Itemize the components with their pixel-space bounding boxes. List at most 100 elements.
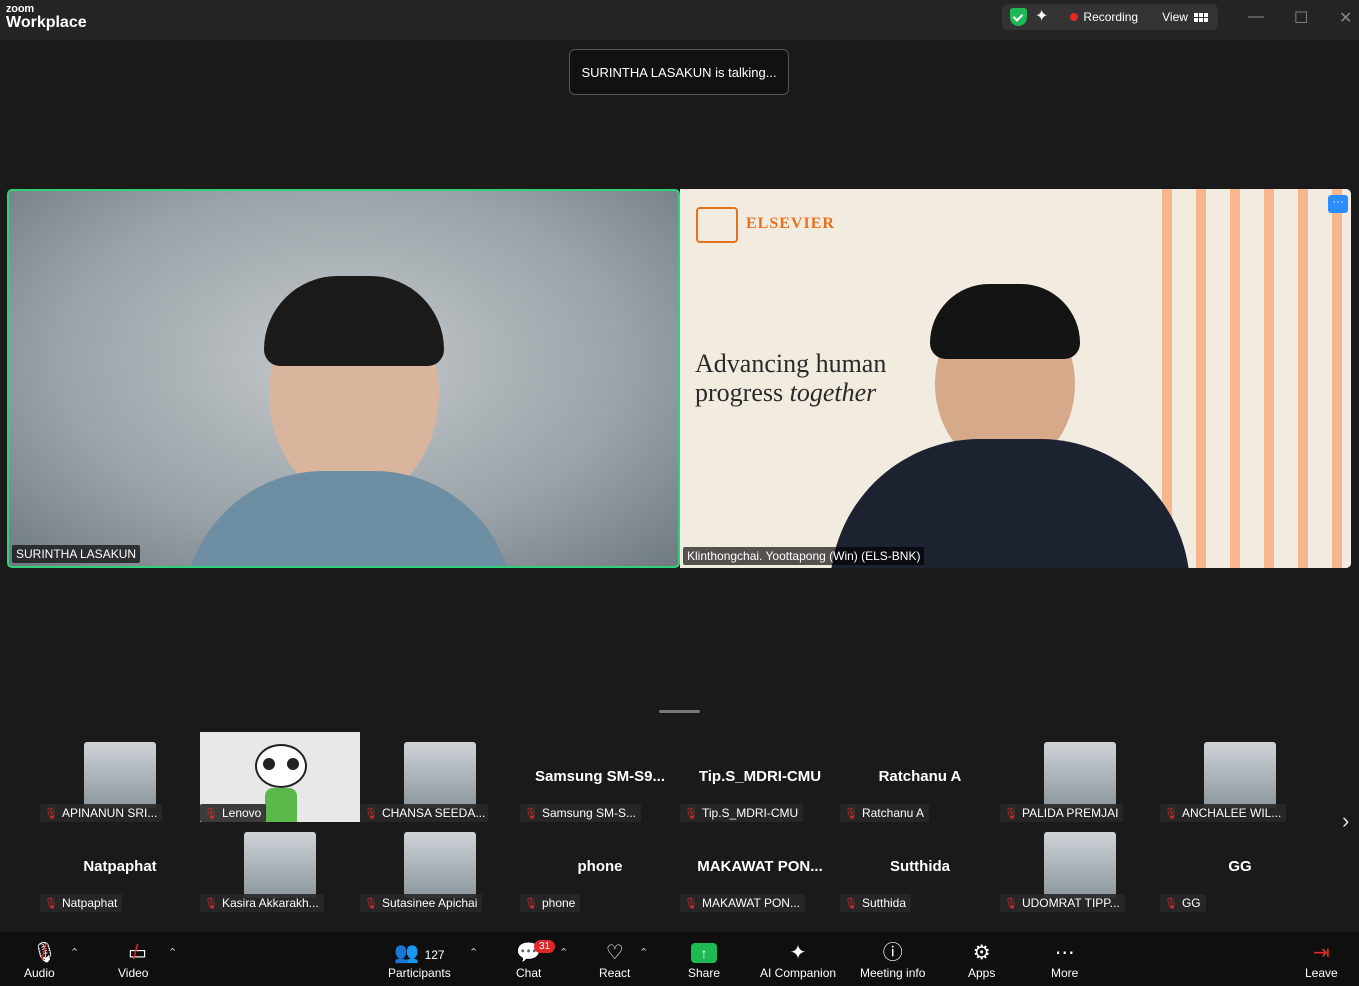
gallery-tile[interactable]: Sutthida 🎙 Sutthida bbox=[840, 822, 1000, 912]
gallery-tile[interactable]: 🎙 Sutasinee Apichai bbox=[360, 822, 520, 912]
video-button[interactable]: ▭/ Video bbox=[118, 940, 148, 980]
muted-mic-icon: 🎙 bbox=[1164, 807, 1178, 820]
gallery-tile[interactable]: Tip.S_MDRI-CMU 🎙 Tip.S_MDRI-CMU bbox=[680, 732, 840, 822]
share-button[interactable]: ↑ Share bbox=[688, 940, 720, 980]
gallery-tile[interactable]: 🎙 APINANUN SRI... bbox=[40, 732, 200, 822]
ai-sparkle-icon[interactable]: ✦ bbox=[1035, 9, 1048, 25]
react-caret-icon[interactable]: ⌃ bbox=[639, 946, 648, 959]
muted-mic-icon: 🎙 bbox=[1164, 897, 1178, 910]
view-button[interactable]: View bbox=[1162, 10, 1208, 24]
audio-button[interactable]: 🎙/ Audio bbox=[24, 940, 58, 980]
gallery-tile[interactable]: Ratchanu A 🎙 Ratchanu A bbox=[840, 732, 1000, 822]
gallery-resize-handle[interactable] bbox=[659, 710, 700, 713]
encryption-shield-icon[interactable] bbox=[1010, 8, 1027, 26]
muted-mic-icon: 🎙 bbox=[844, 897, 858, 910]
recording-indicator[interactable]: Recording bbox=[1070, 10, 1138, 24]
participant-photo bbox=[1044, 832, 1116, 898]
apps-icon: ⚙ bbox=[972, 942, 991, 964]
slide-stripes bbox=[1150, 189, 1351, 568]
audio-options-caret-icon[interactable]: ⌃ bbox=[70, 946, 79, 959]
participant-photo bbox=[1204, 742, 1276, 808]
participant-name-tag: 🎙 Tip.S_MDRI-CMU bbox=[680, 804, 804, 822]
participant-display-name: Ratchanu A bbox=[878, 768, 962, 785]
gallery-tile[interactable]: 🎙 Lenovo bbox=[200, 732, 360, 822]
grid-view-icon bbox=[1193, 12, 1208, 22]
gallery-tile[interactable]: 🎙 UDOMRAT TIPP... bbox=[1000, 822, 1160, 912]
speaker-hair bbox=[264, 276, 444, 366]
leave-button[interactable]: ⇥ Leave bbox=[1305, 940, 1338, 980]
participant-display-name: Natpaphat bbox=[83, 858, 157, 875]
muted-mic-icon: 🎙 bbox=[844, 807, 858, 820]
gallery-tile[interactable]: 🎙 CHANSA SEEDA... bbox=[360, 732, 520, 822]
ai-companion-button[interactable]: ✦ AI Companion bbox=[760, 940, 836, 980]
participant-video-elsevier[interactable]: ELSEVIER Advancing human progress togeth… bbox=[680, 189, 1351, 568]
video-off-icon: ▭/ bbox=[128, 942, 147, 964]
maximize-icon[interactable]: ☐ bbox=[1294, 8, 1308, 28]
elsevier-brand: ELSEVIER bbox=[746, 215, 835, 232]
share-arrow-icon: ↑ bbox=[691, 943, 718, 963]
participant-name-tag: 🎙 PALIDA PREMJAI bbox=[1000, 804, 1124, 822]
gallery-tile[interactable]: 🎙 PALIDA PREMJAI bbox=[1000, 732, 1160, 822]
participant-name-tag: 🎙 GG bbox=[1160, 894, 1206, 912]
title-bar: zoom Workplace ✦ Recording View — ☐ ✕ bbox=[0, 0, 1359, 40]
react-button[interactable]: ♡ React bbox=[599, 940, 630, 980]
participant-display-name: GG bbox=[1228, 858, 1252, 875]
gallery-tile[interactable]: MAKAWAT PON... 🎙 MAKAWAT PON... bbox=[680, 822, 840, 912]
muted-mic-icon: 🎙 bbox=[684, 807, 698, 820]
more-button[interactable]: ⋯ More bbox=[1051, 940, 1078, 980]
participant-name-tag: 🎙 CHANSA SEEDA... bbox=[360, 804, 488, 822]
participant-name-tag: 🎙 Samsung SM-S... bbox=[520, 804, 641, 822]
muted-mic-icon: 🎙 bbox=[1004, 807, 1018, 820]
participant-name-tag: 🎙 Natpaphat bbox=[40, 894, 123, 912]
participant-name-tag: 🎙 Ratchanu A bbox=[840, 804, 930, 822]
muted-mic-icon: 🎙 bbox=[204, 897, 218, 910]
participants-count: 127 bbox=[424, 948, 445, 962]
muted-microphone-icon: 🎙/ bbox=[31, 942, 58, 964]
gallery-tile[interactable]: Natpaphat 🎙 Natpaphat bbox=[40, 822, 200, 912]
slide-slogan: Advancing human progress together bbox=[695, 349, 887, 407]
muted-mic-icon: 🎙 bbox=[684, 897, 698, 910]
leave-door-icon: ⇥ bbox=[1312, 942, 1330, 964]
close-icon[interactable]: ✕ bbox=[1339, 8, 1352, 28]
muted-mic-icon: 🎙 bbox=[44, 897, 58, 910]
participant-name-tag: Klinthongchai. Yoottapong (Win) (ELS-BNK… bbox=[683, 547, 925, 565]
minimize-icon[interactable]: — bbox=[1248, 8, 1264, 26]
gallery-tile[interactable]: phone 🎙 phone bbox=[520, 822, 680, 912]
participant-display-name: Samsung SM-S9... bbox=[534, 768, 666, 785]
participant-photo bbox=[1044, 742, 1116, 808]
view-label: View bbox=[1162, 10, 1188, 24]
participant-display-name: phone bbox=[577, 858, 623, 875]
participant-name-tag: 🎙 UDOMRAT TIPP... bbox=[1000, 894, 1125, 912]
gallery-tile[interactable]: Samsung SM-S9... 🎙 Samsung SM-S... bbox=[520, 732, 680, 822]
gallery-tile[interactable]: GG 🎙 GG bbox=[1160, 822, 1320, 912]
participant-name-tag: 🎙 Sutasinee Apichai bbox=[360, 894, 483, 912]
participants-caret-icon[interactable]: ⌃ bbox=[469, 946, 478, 959]
app-logo: Workplace bbox=[6, 14, 87, 31]
participant-photo bbox=[404, 832, 476, 898]
apps-button[interactable]: ⚙ Apps bbox=[968, 940, 995, 980]
video-options-caret-icon[interactable]: ⌃ bbox=[168, 946, 177, 959]
more-dots-icon: ⋯ bbox=[1054, 942, 1075, 964]
elsevier-tree-logo bbox=[696, 207, 738, 243]
chat-unread-badge: 31 bbox=[534, 940, 556, 953]
meeting-toolbar: 🎙/ Audio ⌃ ▭/ Video ⌃ 👥 127 Participants… bbox=[0, 932, 1359, 986]
gallery-tile[interactable]: 🎙 Kasira Akkarakh... bbox=[200, 822, 360, 912]
participant-display-name: Sutthida bbox=[890, 858, 950, 875]
chat-caret-icon[interactable]: ⌃ bbox=[559, 946, 568, 959]
participant-name-tag: SURINTHA LASAKUN bbox=[12, 545, 141, 563]
speaker-scarf bbox=[184, 471, 514, 566]
next-page-chevron-icon[interactable]: › bbox=[1342, 808, 1349, 834]
gallery-tile[interactable]: 🎙 ANCHALEE WIL... bbox=[1160, 732, 1320, 822]
recording-label: Recording bbox=[1083, 10, 1139, 24]
participant-display-name: Tip.S_MDRI-CMU bbox=[698, 768, 822, 785]
video-more-options-button[interactable]: ··· bbox=[1328, 195, 1348, 213]
participant-display-name: MAKAWAT PON... bbox=[697, 858, 823, 875]
participant-name-tag: 🎙 APINANUN SRI... bbox=[40, 804, 163, 822]
participants-button[interactable]: 👥 127 Participants bbox=[388, 940, 451, 980]
participant-name-tag: 🎙 Sutthida bbox=[840, 894, 912, 912]
participant-photo bbox=[244, 832, 316, 898]
active-speaker-video[interactable]: SURINTHA LASAKUN bbox=[7, 189, 680, 568]
muted-mic-icon: 🎙 bbox=[524, 807, 538, 820]
meeting-info-button[interactable]: ⓘ Meeting info bbox=[860, 940, 925, 980]
ai-companion-sparkle-icon: ✦ bbox=[789, 942, 807, 964]
